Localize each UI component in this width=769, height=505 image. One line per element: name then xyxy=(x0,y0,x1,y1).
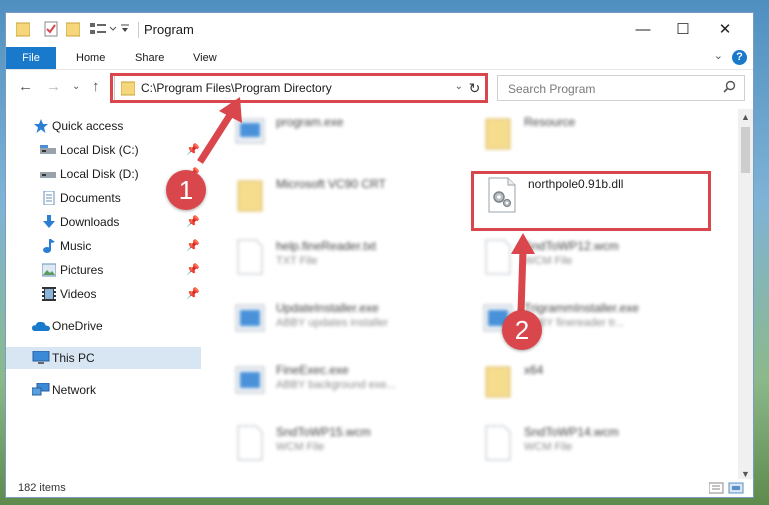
step-badge-2: 2 xyxy=(502,310,542,350)
arrow-to-address xyxy=(197,97,242,164)
step-badge-1: 1 xyxy=(166,170,206,210)
arrow-to-file xyxy=(511,233,535,313)
annotation-arrows xyxy=(197,97,535,313)
